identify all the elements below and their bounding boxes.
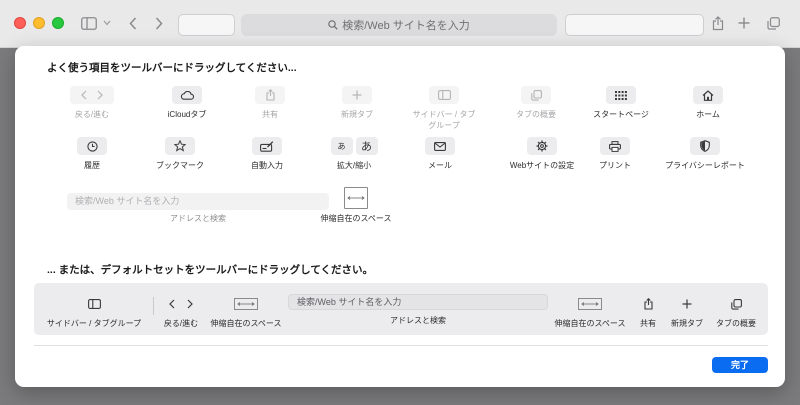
default-back-forward: 戻る/進む <box>156 295 206 329</box>
share-icon <box>643 295 653 313</box>
default-tab-overview-label: タブの概要 <box>716 319 756 328</box>
window-titlebar: 検索/Web サイト名を入力 <box>0 0 800 48</box>
back-icon[interactable] <box>126 16 140 30</box>
palette-flexible-space[interactable] <box>344 187 368 209</box>
flexible-space-icon <box>578 295 602 313</box>
grid-icon <box>606 86 636 104</box>
palette-label: タブの概要 <box>516 110 556 119</box>
zoom-window-button[interactable] <box>52 17 64 29</box>
default-back-forward-label: 戻る/進む <box>163 319 199 328</box>
larger-text-glyph: あ <box>355 137 378 155</box>
palette-back-forward[interactable]: 戻る/進む <box>42 86 142 120</box>
flexible-space-icon <box>234 295 258 313</box>
tab-overview-icon <box>730 295 742 313</box>
forward-icon[interactable] <box>152 16 166 30</box>
palette-new-tab[interactable]: 新規タブ <box>307 86 407 120</box>
default-share: 共有 <box>634 295 662 329</box>
close-window-button[interactable] <box>14 17 26 29</box>
toolbar-drop-slot-left <box>178 14 235 36</box>
palette-sidebar-tab-groups[interactable]: サイドバー / タブ グループ <box>394 86 494 131</box>
default-set-heading: ... または、デフォルトセットをツールバーにドラッグしてください。 <box>47 264 374 276</box>
palette-label: 新規タブ <box>341 110 373 119</box>
flexible-space-icon <box>347 196 365 200</box>
default-new-tab-label: 新規タブ <box>671 319 703 328</box>
share-icon <box>255 86 285 104</box>
search-placeholder: 検索/Web サイト名を入力 <box>342 20 470 32</box>
palette-label: 拡大/縮小 <box>336 161 372 170</box>
default-flex-space-right: 伸縮自在のスペース <box>554 295 626 329</box>
favorites-heading: よく使う項目をツールバーにドラッグしてください... <box>47 62 297 74</box>
gear-icon <box>527 137 557 155</box>
tab-overview-icon <box>521 86 551 104</box>
palette-home[interactable]: ホーム <box>658 86 758 120</box>
default-sidebar-label: サイドバー / タブグループ <box>46 319 142 328</box>
new-tab-icon[interactable] <box>737 16 751 30</box>
smaller-text-glyph: あ <box>330 137 353 155</box>
home-icon <box>693 86 723 104</box>
default-tab-overview: タブの概要 <box>712 295 760 329</box>
sidebar-toggle-icon[interactable] <box>80 15 98 31</box>
default-sidebar: サイドバー / タブグループ <box>44 295 144 329</box>
default-search-field: 検索/Web サイト名を入力 <box>288 294 548 310</box>
mail-icon <box>425 137 455 155</box>
default-share-label: 共有 <box>640 319 656 328</box>
default-search-label: アドレスと検索 <box>390 316 446 325</box>
palette-text-size[interactable]: あ あ 拡大/縮小 <box>304 137 404 171</box>
tab-overview-icon[interactable] <box>765 15 781 31</box>
sidebar-icon <box>429 86 459 104</box>
search-icon <box>328 20 342 30</box>
palette-address-label: アドレスと検索 <box>170 214 226 223</box>
palette-label: 共有 <box>262 110 278 119</box>
text-size-icon: あ あ <box>330 137 378 155</box>
palette-bookmarks[interactable]: ブックマーク <box>130 137 230 171</box>
palette-label: 自動入力 <box>251 161 283 170</box>
default-set-strip[interactable]: サイドバー / タブグループ 戻る/進む 伸縮自在のスペース 検索/Web サイ… <box>34 283 768 335</box>
done-button[interactable]: 完了 <box>712 357 768 373</box>
customize-toolbar-sheet: よく使う項目をツールバーにドラッグしてください... 戻る/進む iCloudタ… <box>15 46 785 387</box>
default-flex-left-label: 伸縮自在のスペース <box>210 319 282 328</box>
sidebar-icon <box>87 295 101 313</box>
plus-icon <box>682 295 692 313</box>
star-icon <box>165 137 195 155</box>
palette-privacy-report[interactable]: プライバシーレポート <box>655 137 755 171</box>
default-flex-right-label: 伸縮自在のスペース <box>554 319 626 328</box>
palette-label: 履歴 <box>84 161 100 170</box>
minimize-window-button[interactable] <box>33 17 45 29</box>
back-forward-icon <box>70 86 114 104</box>
palette-label: ホーム <box>696 110 720 119</box>
shield-icon <box>690 137 720 155</box>
printer-icon <box>600 137 630 155</box>
palette-label: ブックマーク <box>156 161 204 170</box>
palette-label: サイドバー / タブ グループ <box>412 110 476 130</box>
palette-start-page[interactable]: スタートページ <box>571 86 671 120</box>
palette-flexible-space-label: 伸縮自在のスペース <box>320 214 392 223</box>
palette-label: メール <box>428 161 452 170</box>
default-flex-space-left: 伸縮自在のスペース <box>210 295 282 329</box>
palette-label: プライバシーレポート <box>665 161 745 170</box>
palette-history[interactable]: 履歴 <box>42 137 142 171</box>
palette-address-field[interactable]: 検索/Web サイト名を入力 <box>67 193 329 210</box>
chevron-down-icon[interactable] <box>102 18 112 28</box>
palette-share[interactable]: 共有 <box>220 86 320 120</box>
back-forward-icon <box>169 295 193 313</box>
palette-print[interactable]: プリント <box>565 137 665 171</box>
default-new-tab: 新規タブ <box>666 295 708 329</box>
divider <box>34 345 768 346</box>
palette-label: スタートページ <box>593 110 649 119</box>
palette-autofill[interactable]: 自動入力 <box>217 137 317 171</box>
palette-label: プリント <box>599 161 631 170</box>
toolbar-drop-slot-right <box>565 14 704 36</box>
palette-label: 戻る/進む <box>74 110 110 119</box>
palette-mail[interactable]: メール <box>390 137 490 171</box>
strip-divider <box>153 297 154 315</box>
cloud-icon <box>172 86 202 104</box>
palette-label: iCloudタブ <box>167 110 207 119</box>
plus-icon <box>342 86 372 104</box>
clock-icon <box>77 137 107 155</box>
share-icon[interactable] <box>710 14 726 32</box>
autofill-icon <box>252 137 282 155</box>
toolbar-search-field[interactable]: 検索/Web サイト名を入力 <box>241 14 557 36</box>
